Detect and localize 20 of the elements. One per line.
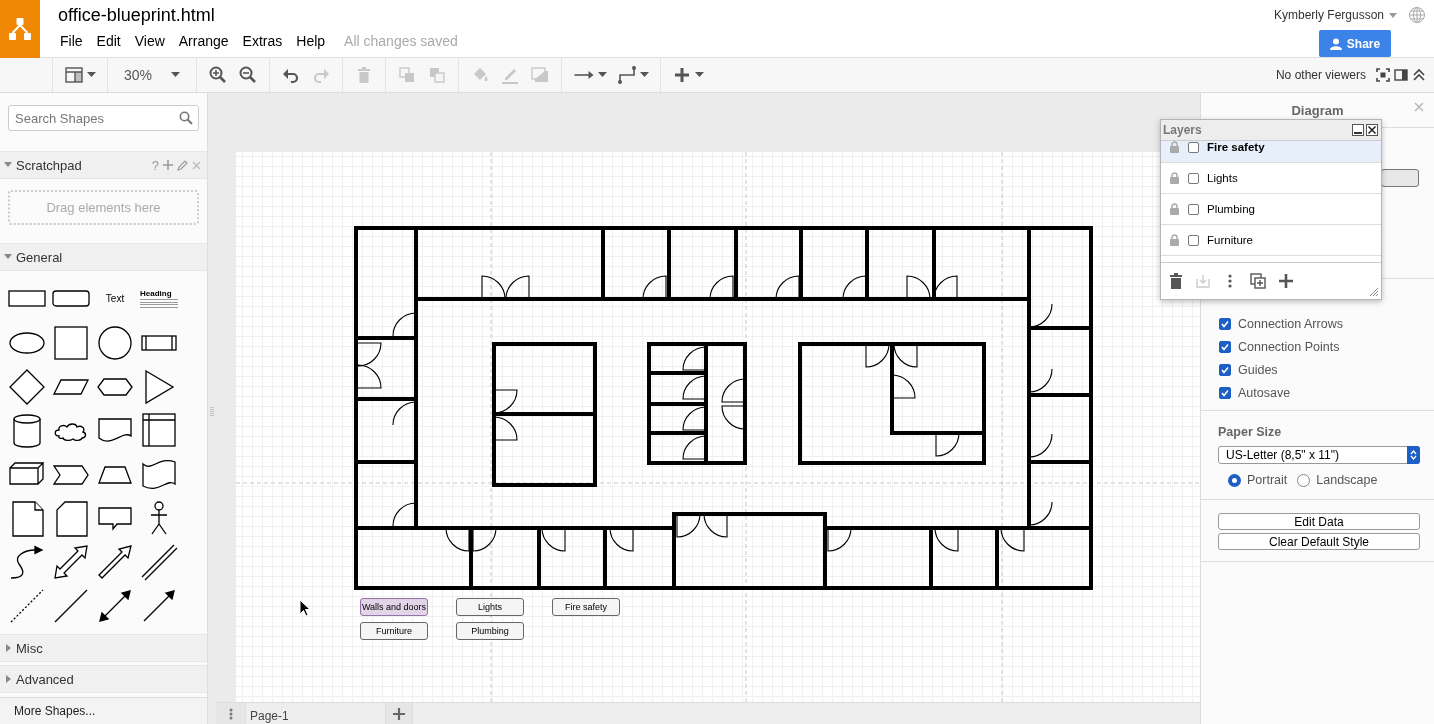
layer-name: Furniture [1207,234,1254,246]
save-status: All changes saved [344,33,458,49]
option-label: Connection Arrows [1238,317,1343,331]
panel-title: Diagram [1291,102,1344,118]
option-label: Guides [1238,363,1278,377]
section-title: Misc [16,640,44,656]
zoom-level: 30% [124,67,153,83]
layer-name: Plumbing [1207,203,1255,215]
section-title: Advanced [16,671,75,687]
option-label: Connection Points [1238,340,1340,354]
section-title: Scratchpad [16,157,83,173]
option-label: Autosave [1238,386,1291,400]
layer-name: Fire safety [1207,141,1265,153]
section-title: General [16,249,64,265]
window-title: Layers [1163,123,1203,137]
section-title: Paper Size [1218,425,1283,439]
layer-name: Lights [1207,172,1238,184]
radio-label: Landscape [1316,473,1378,487]
radio-label: Portrait [1247,473,1288,487]
viewers-status: No other viewers [1275,68,1366,82]
